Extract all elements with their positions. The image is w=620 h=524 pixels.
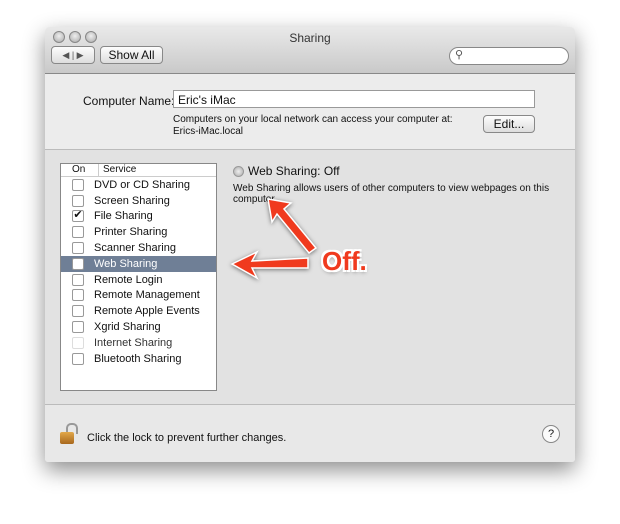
annotation-arrows [230,198,318,280]
arrow-to-description [267,198,318,255]
annotation-label: Off. [322,246,367,276]
arrow-to-row [230,250,309,280]
